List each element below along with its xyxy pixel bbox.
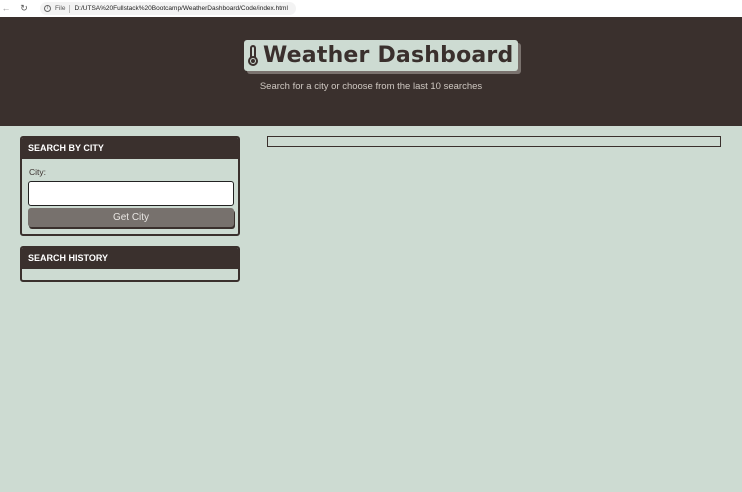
search-history-card: SEARCH HISTORY — [20, 246, 240, 282]
search-history-heading: SEARCH HISTORY — [22, 248, 238, 269]
page-title: Weather Dashboard — [244, 40, 519, 71]
city-input[interactable] — [28, 181, 234, 206]
city-label: City: — [29, 167, 46, 177]
reload-icon[interactable]: ↻ — [18, 0, 30, 17]
search-card-heading: SEARCH BY CITY — [22, 138, 238, 159]
get-city-button[interactable]: Get City — [28, 208, 234, 227]
back-arrow-icon[interactable]: ← — [0, 0, 12, 17]
url-scheme-label: File — [55, 5, 66, 12]
info-icon[interactable]: i — [44, 5, 51, 12]
page-title-text: Weather Dashboard — [263, 43, 514, 68]
url-divider — [69, 4, 71, 13]
thermometer-icon — [248, 45, 258, 66]
weather-results-panel — [267, 136, 721, 147]
page-subtitle: Search for a city or choose from the las… — [259, 81, 483, 92]
browser-address-bar: ← ↻ i File D:/UTSA%20Fullstack%20Bootcam… — [0, 0, 742, 17]
search-by-city-card: SEARCH BY CITY City: Get City — [20, 136, 240, 236]
page-header: Weather Dashboard Search for a city or c… — [0, 17, 742, 126]
url-text[interactable]: D:/UTSA%20Fullstack%20Bootcamp/WeatherDa… — [74, 5, 287, 12]
url-field[interactable]: i File D:/UTSA%20Fullstack%20Bootcamp/We… — [40, 2, 296, 15]
